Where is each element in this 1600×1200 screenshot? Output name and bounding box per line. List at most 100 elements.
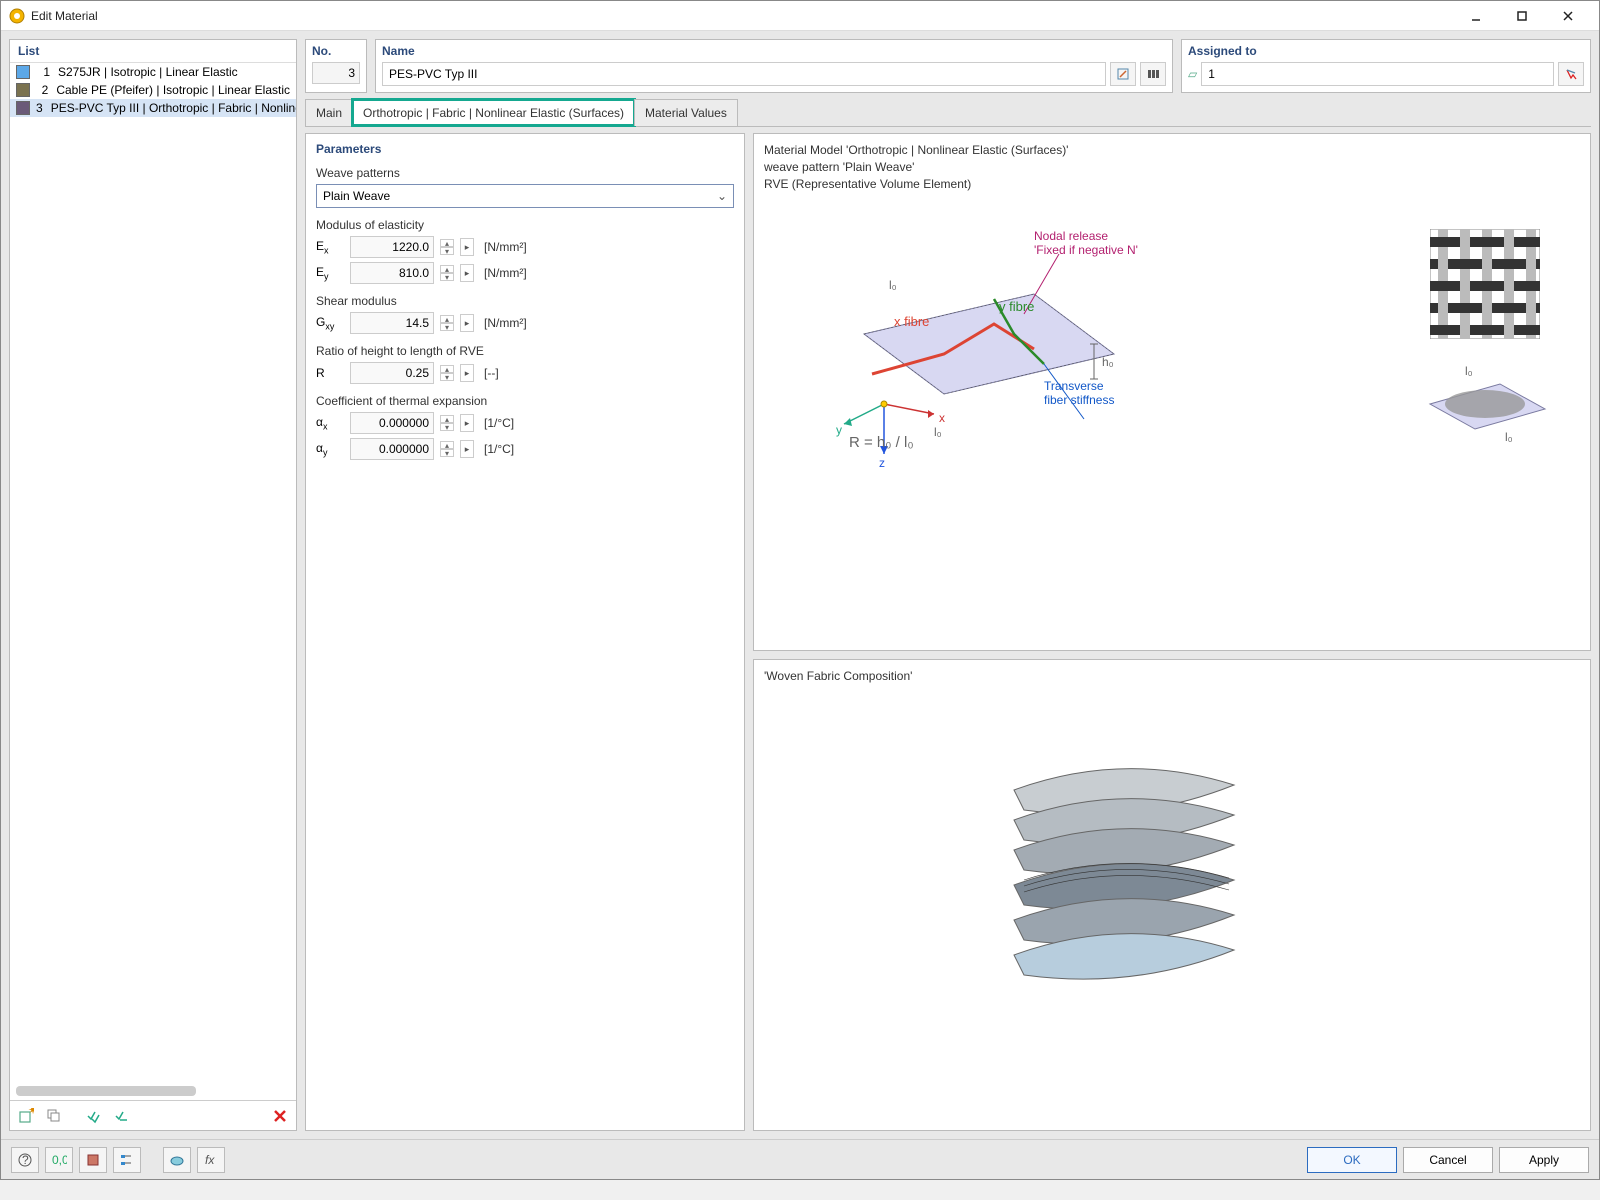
svg-text:x: x — [939, 411, 945, 425]
ex-unit: [N/mm²] — [484, 240, 527, 254]
edit-name-button[interactable] — [1110, 62, 1136, 86]
ex-menu-button[interactable]: ▸ — [460, 238, 474, 256]
svg-text:?: ? — [22, 1153, 29, 1167]
list-item-label: Cable PE (Pfeifer) | Isotropic | Linear … — [56, 83, 290, 97]
ay-spinner[interactable]: ▴▾ — [440, 441, 454, 457]
check-button-1[interactable] — [82, 1104, 106, 1128]
app-icon — [9, 8, 25, 24]
window-title: Edit Material — [31, 9, 1453, 23]
list-item-num: 1 — [36, 65, 50, 79]
titlebar: Edit Material — [1, 1, 1599, 31]
rve-small-icon: l₀ l₀ — [1410, 359, 1560, 449]
list-item-num: 3 — [36, 101, 43, 115]
parameters-panel: Parameters Weave patterns Plain Weave ⌄ … — [305, 133, 745, 1131]
yfibre-label: y fibre — [999, 299, 1034, 314]
weave-combo[interactable]: Plain Weave ⌄ — [316, 184, 734, 208]
list-header: List — [10, 40, 296, 63]
fabric-composition-box: 'Woven Fabric Composition' — [753, 659, 1591, 1131]
tab-orthotropic[interactable]: Orthotropic | Fabric | Nonlinear Elastic… — [352, 99, 635, 126]
xfibre-label: x fibre — [894, 314, 929, 329]
param-ey-row: Ey ▴▾ ▸ [N/mm²] — [316, 262, 734, 284]
list-item-label: S275JR | Isotropic | Linear Elastic — [58, 65, 238, 79]
coeff-label: Coefficient of thermal expansion — [316, 394, 734, 408]
r-unit: [--] — [484, 366, 499, 380]
svg-text:l₀: l₀ — [889, 278, 897, 292]
surface-icon: ▱ — [1188, 67, 1197, 81]
ey-spinner[interactable]: ▴▾ — [440, 265, 454, 281]
gxy-spinner[interactable]: ▴▾ — [440, 315, 454, 331]
pick-surface-button[interactable] — [1558, 62, 1584, 86]
maximize-button[interactable] — [1499, 1, 1545, 31]
gxy-input[interactable] — [350, 312, 434, 334]
r-input[interactable] — [350, 362, 434, 384]
ax-input[interactable] — [350, 412, 434, 434]
copy-item-button[interactable] — [42, 1104, 66, 1128]
close-button[interactable] — [1545, 1, 1591, 31]
horizontal-scrollbar[interactable] — [16, 1086, 196, 1096]
new-item-button[interactable]: ✷ — [14, 1104, 38, 1128]
number-input[interactable] — [312, 62, 360, 84]
r-menu-button[interactable]: ▸ — [460, 364, 474, 382]
param-ay-row: αy ▴▾ ▸ [1/°C] — [316, 438, 734, 460]
svg-text:z: z — [879, 456, 885, 470]
cancel-button[interactable]: Cancel — [1403, 1147, 1493, 1173]
tab-main[interactable]: Main — [305, 99, 353, 126]
apply-button[interactable]: Apply — [1499, 1147, 1589, 1173]
color-button[interactable] — [79, 1147, 107, 1173]
list-toolbar: ✷ — [10, 1100, 296, 1130]
color-swatch — [16, 83, 30, 97]
diagram2-title: 'Woven Fabric Composition' — [764, 668, 1580, 685]
shear-label: Shear modulus — [316, 294, 734, 308]
list-item[interactable]: 1 S275JR | Isotropic | Linear Elastic — [10, 63, 296, 81]
name-label: Name — [382, 44, 1166, 58]
assigned-input[interactable] — [1201, 62, 1554, 86]
library-button[interactable] — [1140, 62, 1166, 86]
delete-button[interactable] — [268, 1104, 292, 1128]
number-field-box: No. — [305, 39, 367, 93]
ay-menu-button[interactable]: ▸ — [460, 440, 474, 458]
param-r-row: R ▴▾ ▸ [--] — [316, 362, 734, 384]
list-item[interactable]: 2 Cable PE (Pfeifer) | Isotropic | Linea… — [10, 81, 296, 99]
diagram1-line1: Material Model 'Orthotropic | Nonlinear … — [764, 142, 1580, 159]
ok-button[interactable]: OK — [1307, 1147, 1397, 1173]
ey-symbol: Ey — [316, 265, 344, 281]
ratio-label: Ratio of height to length of RVE — [316, 344, 734, 358]
tree-button[interactable] — [113, 1147, 141, 1173]
help-button[interactable]: ? — [11, 1147, 39, 1173]
cloud-button[interactable] — [163, 1147, 191, 1173]
ay-input[interactable] — [350, 438, 434, 460]
color-swatch — [16, 65, 30, 79]
dialog-footer: ? 0,00 fx OK Cancel Apply — [1, 1139, 1599, 1179]
ax-spinner[interactable]: ▴▾ — [440, 415, 454, 431]
fabric-layers-icon — [974, 730, 1274, 1020]
svg-text:l₀: l₀ — [1505, 430, 1513, 444]
minimize-button[interactable] — [1453, 1, 1499, 31]
ex-input[interactable] — [350, 236, 434, 258]
plain-weave-icon — [1430, 229, 1540, 339]
list-item[interactable]: 3 PES-PVC Typ III | Orthotropic | Fabric… — [10, 99, 296, 117]
ey-menu-button[interactable]: ▸ — [460, 264, 474, 282]
tab-material-values[interactable]: Material Values — [634, 99, 738, 126]
r-spinner[interactable]: ▴▾ — [440, 365, 454, 381]
parameters-title: Parameters — [316, 142, 734, 156]
ay-symbol: αy — [316, 441, 344, 457]
number-label: No. — [312, 44, 360, 58]
gxy-symbol: Gxy — [316, 315, 344, 331]
ex-spinner[interactable]: ▴▾ — [440, 239, 454, 255]
assigned-label: Assigned to — [1188, 44, 1584, 58]
check-button-2[interactable] — [110, 1104, 134, 1128]
gxy-menu-button[interactable]: ▸ — [460, 314, 474, 332]
name-input[interactable] — [382, 62, 1106, 86]
param-ex-row: Ex ▴▾ ▸ [N/mm²] — [316, 236, 734, 258]
material-list-panel: List 1 S275JR | Isotropic | Linear Elast… — [9, 39, 297, 1131]
units-button[interactable]: 0,00 — [45, 1147, 73, 1173]
function-button[interactable]: fx — [197, 1147, 225, 1173]
nodal-release-label: Nodal release 'Fixed if negative N' — [1034, 229, 1138, 257]
material-list[interactable]: 1 S275JR | Isotropic | Linear Elastic 2 … — [10, 63, 296, 1082]
ax-menu-button[interactable]: ▸ — [460, 414, 474, 432]
svg-text:l₀: l₀ — [934, 425, 942, 439]
tab-bar: Main Orthotropic | Fabric | Nonlinear El… — [305, 99, 1591, 127]
diagram1-line2: weave pattern 'Plain Weave' — [764, 159, 1580, 176]
r-symbol: R — [316, 366, 344, 380]
ey-input[interactable] — [350, 262, 434, 284]
